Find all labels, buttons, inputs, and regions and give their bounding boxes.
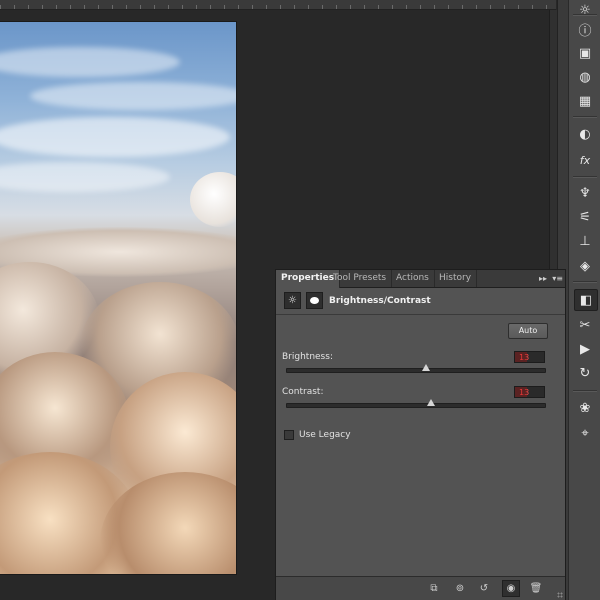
layer-mask-icon[interactable] <box>306 292 323 309</box>
auto-button[interactable]: Auto <box>508 323 548 339</box>
layers-icon[interactable]: ◈ <box>574 256 596 276</box>
brightness-slider[interactable] <box>286 364 546 373</box>
use-legacy-checkbox[interactable] <box>284 430 294 440</box>
double-chevron-right-icon[interactable]: ▸▸ <box>539 274 547 283</box>
channels-icon[interactable]: ❀ <box>574 398 596 418</box>
fx-icon[interactable]: fx <box>574 150 596 170</box>
resize-grip[interactable] <box>557 592 563 598</box>
navigator-icon[interactable]: ▣ <box>574 43 596 63</box>
brightness-label: Brightness: <box>282 352 333 362</box>
horizontal-ruler <box>0 0 556 10</box>
paths-icon[interactable]: ⌖ <box>574 423 596 443</box>
panel-toolstrip: ☼ ⓘ ▣ ◍ ▦ ◐ fx ♆ ⚟ ⊥ ◈ ◧ ✂ ▶ ↻ ❀ ⌖ <box>568 0 600 600</box>
adjustments-icon[interactable]: ☼ <box>574 0 596 20</box>
panel-footer: ⧉ ⊚ ↺ ◉ 🗑 <box>276 576 565 600</box>
brightness-slider-thumb[interactable] <box>422 364 431 371</box>
brush-presets-icon[interactable]: ♆ <box>574 183 596 203</box>
adjustment-title: Brightness/Contrast <box>329 296 431 306</box>
brush-icon[interactable]: ⚟ <box>574 207 596 227</box>
color-swatches-icon[interactable]: ◍ <box>574 67 596 87</box>
history-icon[interactable]: ↻ <box>574 363 596 383</box>
info-icon[interactable]: ⓘ <box>574 19 596 39</box>
panel-menu: ▸▸ ▾≡ <box>539 272 563 285</box>
brightness-contrast-adjustment-icon[interactable]: ☼ <box>284 292 301 309</box>
tab-history[interactable]: History <box>434 270 478 287</box>
tab-actions[interactable]: Actions <box>391 270 435 287</box>
clone-source-icon[interactable]: ⊥ <box>574 231 596 251</box>
view-previous-state-icon[interactable]: ⊚ <box>452 581 468 596</box>
panel-menu-icon[interactable]: ▾≡ <box>552 274 563 283</box>
properties-panel: Properties Tool Presets Actions History … <box>275 269 566 600</box>
play-icon[interactable]: ▶ <box>574 339 596 359</box>
tools-icon[interactable]: ✂ <box>574 315 596 335</box>
tab-tool-presets[interactable]: Tool Presets <box>328 270 393 287</box>
use-legacy-label: Use Legacy <box>299 430 351 440</box>
visibility-eye-icon[interactable]: ◉ <box>502 580 520 597</box>
clip-to-layer-icon[interactable]: ⧉ <box>426 581 442 596</box>
styles-icon[interactable]: ◐ <box>574 124 596 144</box>
grid-swatches-icon[interactable]: ▦ <box>574 91 596 111</box>
cloud-photo <box>0 22 236 574</box>
contrast-label: Contrast: <box>282 387 324 397</box>
reset-icon[interactable]: ↺ <box>476 581 492 596</box>
contrast-value-field[interactable]: 13 <box>514 386 545 398</box>
contrast-slider-thumb[interactable] <box>427 399 436 406</box>
trash-icon[interactable]: 🗑 <box>528 581 544 596</box>
panel-tabbar: Properties Tool Presets Actions History … <box>276 270 565 288</box>
brightness-value-field[interactable]: 13 <box>514 351 545 363</box>
adjustment-header: ☼ Brightness/Contrast <box>276 288 565 315</box>
properties-icon[interactable]: ◧ <box>574 289 598 311</box>
contrast-slider[interactable] <box>286 399 546 408</box>
